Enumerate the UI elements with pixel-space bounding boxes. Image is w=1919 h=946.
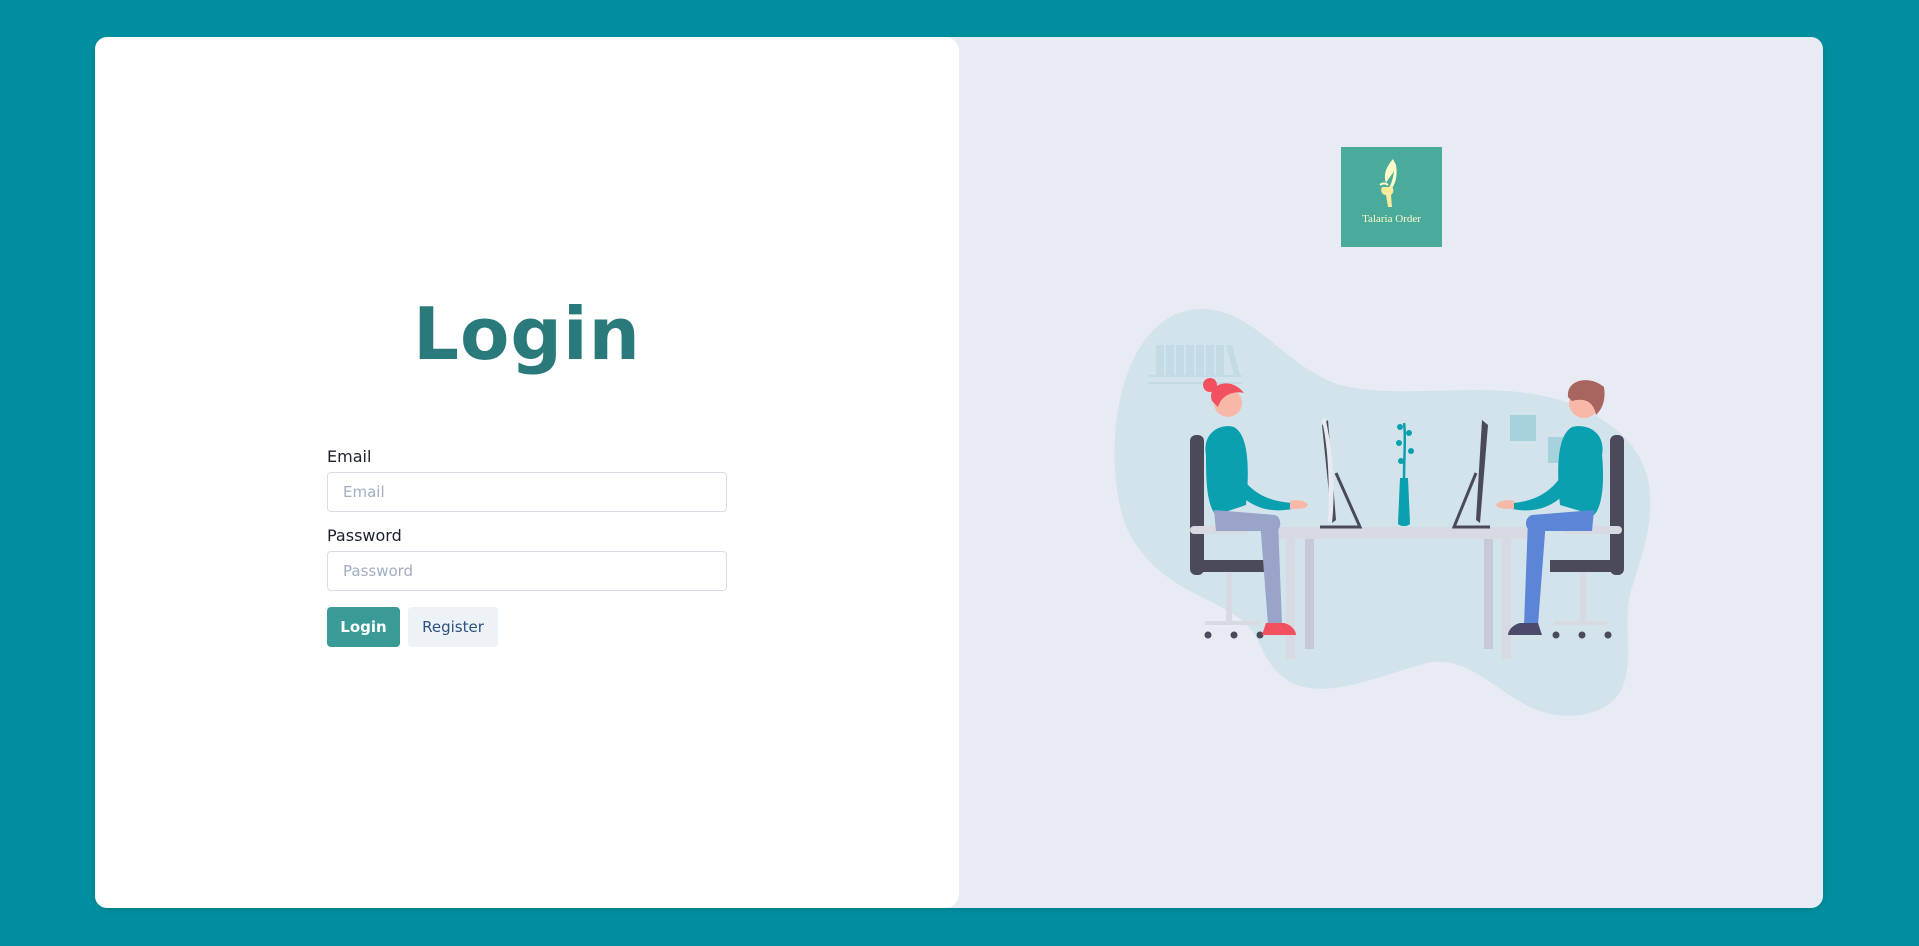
login-button[interactable]: Login <box>327 607 400 647</box>
email-label: Email <box>327 447 372 466</box>
page-title: Login <box>413 292 641 376</box>
logo-text: Talaria Order <box>1362 213 1421 225</box>
app-logo: Talaria Order <box>1341 147 1442 247</box>
winged-sandal-icon <box>1379 159 1397 207</box>
office-workers-illustration <box>1114 308 1651 716</box>
email-field[interactable] <box>327 472 727 512</box>
login-panel: Login Email Password Login Register <box>95 37 959 908</box>
password-field[interactable] <box>327 551 727 591</box>
password-label: Password <box>327 526 402 545</box>
login-form: Email Password Login Register <box>327 447 727 647</box>
form-buttons: Login Register <box>327 607 727 647</box>
register-button[interactable]: Register <box>408 607 498 647</box>
